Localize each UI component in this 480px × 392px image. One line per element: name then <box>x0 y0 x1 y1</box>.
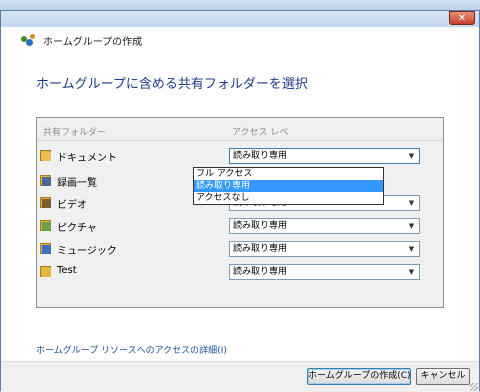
folder-name: ミュージック <box>57 246 117 257</box>
chevron-down-icon[interactable]: ▼ <box>404 265 419 279</box>
access-level-value: 読み取り専用 <box>233 151 288 161</box>
header-title: ホームグループの作成 <box>43 36 143 48</box>
access-details-link[interactable]: ホームグループ リソースへのアクセスの詳細(I) <box>36 343 227 356</box>
header-divider <box>37 140 443 141</box>
cancel-button[interactable]: キャンセル <box>416 368 470 385</box>
folder-row: ピクチャ 読み取り専用 ▼ <box>37 218 443 238</box>
access-level-value: 読み取り専用 <box>233 267 288 277</box>
dialog-footer: ホームグループの作成(C) キャンセル <box>1 361 479 392</box>
folder-name: ビデオ <box>57 200 87 211</box>
close-button[interactable]: ✕ <box>449 11 475 25</box>
chevron-down-icon[interactable]: ▼ <box>404 219 419 233</box>
videos-folder-icon <box>40 197 52 208</box>
folder-row: ドキュメント 読み取り専用 ▼ <box>37 148 443 168</box>
share-folder-panel: 共有フォルダー アクセス レベ ドキュメント読み取り専用▼録画一覧ビデオ読み取り… <box>36 117 444 308</box>
folder-row: ミュージック 読み取り専用 ▼ <box>37 241 443 261</box>
homegroup-icon <box>21 34 37 46</box>
option-full-access[interactable]: フル アクセス <box>194 168 383 180</box>
create-homegroup-dialog: ✕ ホームグループの作成 ホームグループに含める共有フォルダーを選択 共有フォル… <box>0 10 480 392</box>
page-title: ホームグループに含める共有フォルダーを選択 <box>36 77 308 92</box>
column-header-folder: 共有フォルダー <box>43 128 107 138</box>
access-level-dropdown[interactable]: 読み取り専用 ▼ <box>229 264 420 280</box>
dialog-header: ホームグループの作成 <box>21 32 142 48</box>
access-level-dropdown[interactable]: 読み取り専用 ▼ <box>229 241 420 257</box>
chevron-down-icon[interactable]: ▼ <box>404 242 419 256</box>
column-header-access: アクセス レベ <box>232 128 289 138</box>
pictures-folder-icon <box>40 220 52 231</box>
folder-name: ドキュメント <box>57 153 117 164</box>
music-folder-icon <box>40 243 52 254</box>
folder-name: Test <box>57 265 77 276</box>
access-level-value: 読み取り専用 <box>233 221 288 231</box>
chevron-down-icon[interactable]: ▼ <box>404 196 419 210</box>
option-no-access[interactable]: アクセスなし <box>194 192 383 204</box>
chevron-down-icon[interactable]: ▼ <box>404 149 419 163</box>
access-level-dropdown[interactable]: 読み取り専用 ▼ <box>229 148 420 164</box>
title-bar: ✕ <box>1 11 479 27</box>
folder-name: 録画一覧 <box>57 178 97 189</box>
access-level-value: 読み取り専用 <box>233 244 288 254</box>
create-homegroup-button[interactable]: ホームグループの作成(C) <box>307 368 411 385</box>
folder-name: ピクチャ <box>57 223 97 234</box>
background-window-strip <box>0 0 480 10</box>
documents-folder-icon <box>40 150 52 161</box>
resize-grip[interactable] <box>470 383 478 391</box>
access-level-dropdown-list[interactable]: フル アクセス 読み取り専用 アクセスなし <box>193 167 384 205</box>
folder-icon <box>40 266 52 277</box>
folder-row: Test 読み取り専用 ▼ <box>37 264 443 284</box>
option-read-only[interactable]: 読み取り専用 <box>194 180 383 192</box>
recorded-tv-folder-icon <box>40 175 52 186</box>
access-level-dropdown[interactable]: 読み取り専用 ▼ <box>229 218 420 234</box>
